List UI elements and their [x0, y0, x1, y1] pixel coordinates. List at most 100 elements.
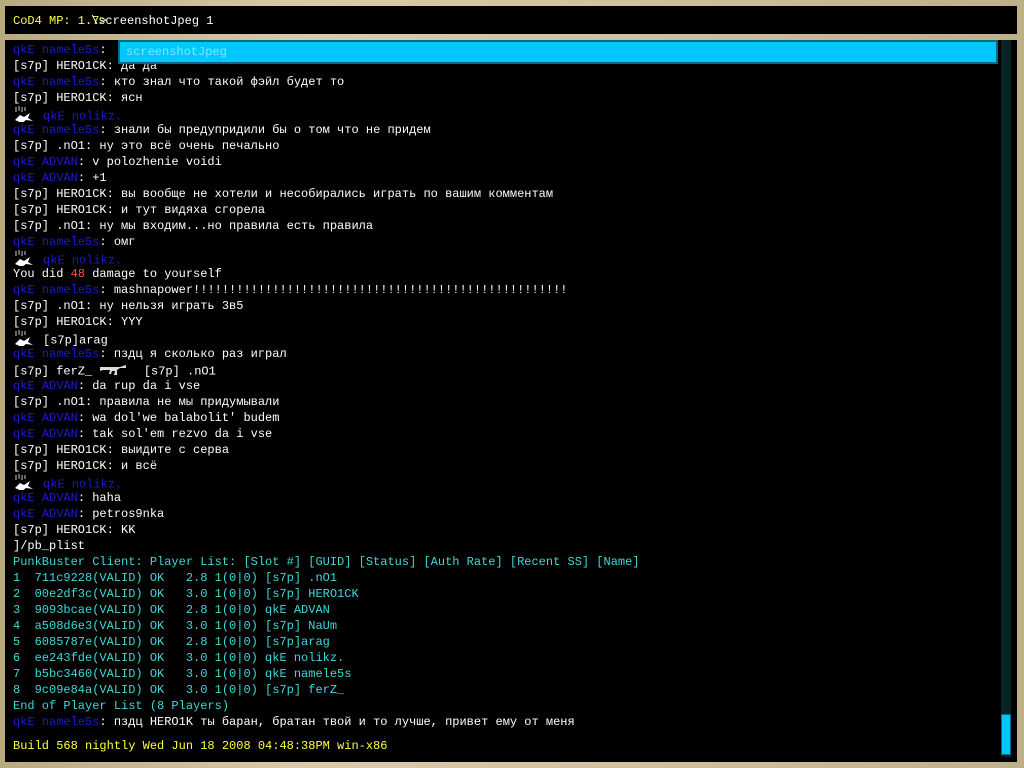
console-line: [s7p] HERO1CK: KK	[13, 522, 640, 538]
console-line: [s7p]arag	[13, 330, 640, 348]
console-line: [s7p] HERO1CK: и тут видяха сгорела	[13, 202, 640, 218]
line-text: ]/pb_plist	[13, 539, 86, 553]
line-text: [s7p] .nO1: ну мы входим...но правила ес…	[13, 219, 374, 233]
line-text: qkE namele5s	[13, 347, 100, 361]
line-text: [s7p] .nO1: ну это всё очень печально	[13, 139, 280, 153]
line-text: qkE ADVAN	[13, 427, 78, 441]
line-text: qkE ADVAN	[13, 379, 78, 393]
console-output: qkE namele5s: [s7p] HERO1CK: да да qkE nam…	[5, 40, 1017, 762]
console-input[interactable]: \screenshotJpeg 1	[91, 14, 213, 28]
line-text: [s7p] HERO1CK: YYY	[13, 315, 143, 329]
console-line: You did 48 damage to yourself	[13, 266, 640, 282]
line-text: 2 00e2df3c(VALID) OK 3.0 1(0|0) [s7p] HE…	[13, 587, 359, 601]
console-line: [s7p] HERO1CK: выидите с серва	[13, 442, 640, 458]
line-text: [s7p] HERO1CK: и тут видяха сгорела	[13, 203, 266, 217]
console-line: qkE ADVAN: +1	[13, 170, 640, 186]
line-text: 7 b5bc3460(VALID) OK 3.0 1(0|0) qkE name…	[13, 667, 352, 681]
console-line: [s7p] .nO1: ну мы входим...но правила ес…	[13, 218, 640, 234]
console-line: 3 9093bcae(VALID) OK 2.8 1(0|0) qkE ADVA…	[13, 602, 640, 618]
line-text: [s7p] HERO1CK: ясн	[13, 91, 143, 105]
line-text: You did	[13, 267, 71, 281]
line-text: 1 711c9228(VALID) OK 2.8 1(0|0) [s7p] .n…	[13, 571, 338, 585]
line-text: 4 a508d6e3(VALID) OK 3.0 1(0|0) [s7p] Na…	[13, 619, 338, 633]
line-text: qkE ADVAN	[13, 171, 78, 185]
console-line: [s7p] .nO1: ну нельзя играть 3в5	[13, 298, 640, 314]
line-text: PunkBuster Client: Player List: [Slot #]…	[13, 555, 640, 569]
line-text: [s7p] HERO1CK: выидите с серва	[13, 443, 230, 457]
line-text: End of Player List (8 Players)	[13, 699, 230, 713]
line-text: qkE namele5s	[13, 123, 100, 137]
line-text: : petros9nka	[77, 507, 165, 521]
line-text: : v polozhenie voidi	[77, 155, 222, 169]
line-text: [s7p] .nO1	[129, 364, 216, 379]
console-line: [s7p] HERO1CK: YYY	[13, 314, 640, 330]
console-line: 8 9c09e84a(VALID) OK 3.0 1(0|0) [s7p] fe…	[13, 682, 640, 698]
console-line: qkE ADVAN: wa dol'we balabolit' budem	[13, 410, 640, 426]
line-text: [s7p] .nO1: правила не мы придумывали	[13, 395, 280, 409]
console-line: PunkBuster Client: Player List: [Slot #]…	[13, 554, 640, 570]
console-line: qkE nolikz.	[13, 250, 640, 268]
console-line: 6 ee243fde(VALID) OK 3.0 1(0|0) qkE noli…	[13, 650, 640, 666]
line-text: : haha	[77, 491, 122, 505]
console-line: 5 6085787e(VALID) OK 2.8 1(0|0) [s7p]ara…	[13, 634, 640, 650]
console-line: qkE nolikz.	[13, 474, 640, 492]
console-line: 1 711c9228(VALID) OK 2.8 1(0|0) [s7p] .n…	[13, 570, 640, 586]
console-line: qkE namele5s: пздц я сколько раз играл	[13, 346, 640, 362]
console-line: [s7p] .nO1: правила не мы придумывали	[13, 394, 640, 410]
line-text: : знали бы предупридили бы о том что не …	[99, 123, 431, 137]
console-line: 7 b5bc3460(VALID) OK 3.0 1(0|0) qkE name…	[13, 666, 640, 682]
console-lines: qkE namele5s: [s7p] HERO1CK: да да qkE nam…	[13, 42, 640, 730]
console-line: qkE nolikz.	[13, 106, 640, 124]
autocomplete-suggestion[interactable]: screenshotJpeg	[118, 40, 998, 64]
console-line: qkE namele5s: кто знал что такой фэйл бу…	[13, 74, 640, 90]
console-line: 2 00e2df3c(VALID) OK 3.0 1(0|0) [s7p] HE…	[13, 586, 640, 602]
line-text: : wa dol'we balabolit' budem	[77, 411, 280, 425]
line-text: : +1	[77, 171, 107, 185]
console-line: [s7p] ferZ_ [s7p] .nO1	[13, 362, 640, 379]
line-text: qkE namele5s	[13, 283, 100, 297]
line-text: : mashnapower!!!!!!!!!!!!!!!!!!!!!!!!!!!…	[99, 283, 568, 297]
line-text: qkE namele5s	[13, 75, 100, 89]
scrollbar-thumb[interactable]	[1001, 714, 1011, 755]
line-text: [s7p] HERO1CK: KK	[13, 523, 136, 537]
line-text: 5 6085787e(VALID) OK 2.8 1(0|0) [s7p]ara…	[13, 635, 330, 649]
line-text: : пздц я сколько раз играл	[99, 347, 287, 361]
line-text: : da rup da i vse	[77, 379, 201, 393]
console-line: qkE ADVAN: petros9nka	[13, 506, 640, 522]
console-line: qkE namele5s: mashnapower!!!!!!!!!!!!!!!…	[13, 282, 640, 298]
line-text: : кто знал что такой фэйл будет то	[99, 75, 345, 89]
console-line: ]/pb_plist	[13, 538, 640, 554]
console-line: qkE ADVAN: haha	[13, 490, 640, 506]
line-text: qkE namele5s	[13, 235, 100, 249]
line-text: qkE namele5s	[13, 43, 100, 57]
line-text: [s7p] ferZ_	[13, 364, 100, 379]
line-text: : пздц HERO1K ты баран, братан твой и то…	[99, 715, 575, 729]
autocomplete-text: screenshotJpeg	[126, 45, 227, 59]
line-text: : tak sol'em rezvo da i vse	[77, 427, 273, 441]
console-line: qkE ADVAN: tak sol'em rezvo da i vse	[13, 426, 640, 442]
line-text: [s7p] HERO1CK: и всё	[13, 459, 158, 473]
line-text: 6 ee243fde(VALID) OK 3.0 1(0|0) qkE noli…	[13, 651, 345, 665]
console-line: qkE ADVAN: da rup da i vse	[13, 378, 640, 394]
console-line: qkE namele5s: знали бы предупридили бы о…	[13, 122, 640, 138]
line-text: :	[99, 43, 107, 57]
console-input-bar[interactable]: CoD4 MP: 1.7> \screenshotJpeg 1	[5, 6, 1017, 34]
console-line: [s7p] HERO1CK: вы вообще не хотели и нес…	[13, 186, 640, 202]
line-text: qkE ADVAN	[13, 491, 78, 505]
console-line: 4 a508d6e3(VALID) OK 3.0 1(0|0) [s7p] Na…	[13, 618, 640, 634]
console-line: [s7p] HERO1CK: ясн	[13, 90, 640, 106]
console-line: [s7p] .nO1: ну это всё очень печально	[13, 138, 640, 154]
line-text: 3 9093bcae(VALID) OK 2.8 1(0|0) qkE ADVA…	[13, 603, 330, 617]
console-line: End of Player List (8 Players)	[13, 698, 640, 714]
line-text: [s7p] HERO1CK: вы вообще не хотели и нес…	[13, 187, 554, 201]
line-text: damage to yourself	[85, 267, 222, 281]
console-line: [s7p] HERO1CK: и всё	[13, 458, 640, 474]
line-text: : омг	[99, 235, 136, 249]
line-text: 8 9c09e84a(VALID) OK 3.0 1(0|0) [s7p] fe…	[13, 683, 345, 697]
scrollbar[interactable]	[1001, 40, 1011, 757]
line-text: 48	[70, 267, 86, 281]
build-info: Build 568 nightly Wed Jun 18 2008 04:48:…	[13, 739, 388, 753]
line-text: qkE namele5s	[13, 715, 100, 729]
console-line: qkE ADVAN: v polozhenie voidi	[13, 154, 640, 170]
console-line: qkE namele5s: пздц HERO1K ты баран, брат…	[13, 714, 640, 730]
